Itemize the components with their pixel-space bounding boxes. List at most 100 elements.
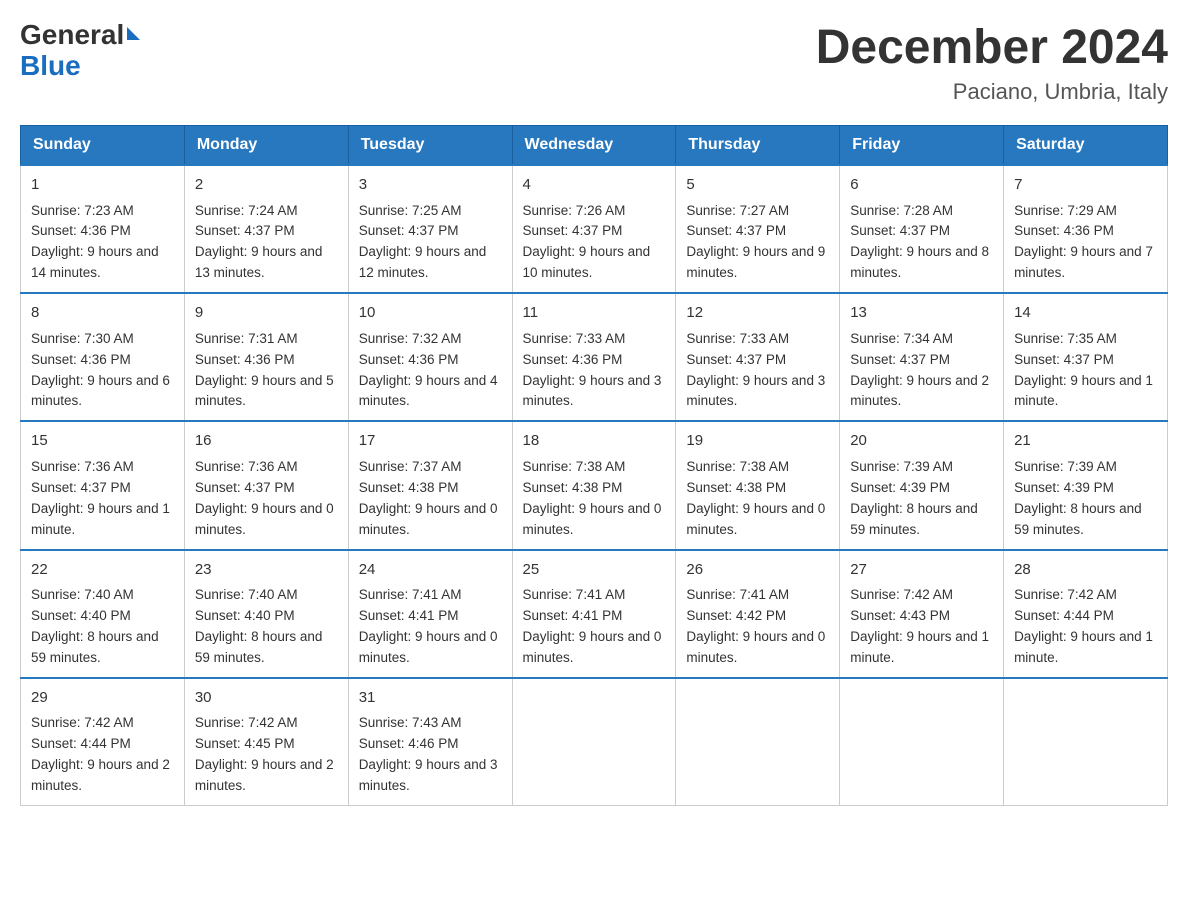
day-info: Sunrise: 7:23 AMSunset: 4:36 PMDaylight:…	[31, 203, 159, 281]
weekday-header-row: Sunday Monday Tuesday Wednesday Thursday…	[21, 126, 1168, 166]
day-number: 18	[523, 430, 666, 453]
day-info: Sunrise: 7:24 AMSunset: 4:37 PMDaylight:…	[195, 203, 323, 281]
day-info: Sunrise: 7:26 AMSunset: 4:37 PMDaylight:…	[523, 203, 651, 281]
day-info: Sunrise: 7:42 AMSunset: 4:44 PMDaylight:…	[1014, 587, 1153, 665]
title-block: December 2024 Paciano, Umbria, Italy	[816, 20, 1168, 105]
day-number: 12	[686, 302, 829, 325]
day-number: 8	[31, 302, 174, 325]
day-number: 17	[359, 430, 502, 453]
day-number: 19	[686, 430, 829, 453]
day-number: 7	[1014, 174, 1157, 197]
day-number: 30	[195, 687, 338, 710]
day-number: 21	[1014, 430, 1157, 453]
calendar-subtitle: Paciano, Umbria, Italy	[816, 79, 1168, 105]
day-info: Sunrise: 7:40 AMSunset: 4:40 PMDaylight:…	[195, 587, 323, 665]
calendar-cell	[512, 678, 676, 806]
day-info: Sunrise: 7:27 AMSunset: 4:37 PMDaylight:…	[686, 203, 825, 281]
header-wednesday: Wednesday	[512, 126, 676, 166]
calendar-cell: 17Sunrise: 7:37 AMSunset: 4:38 PMDayligh…	[348, 421, 512, 549]
page-header: General Blue December 2024 Paciano, Umbr…	[20, 20, 1168, 105]
day-number: 26	[686, 559, 829, 582]
calendar-cell: 13 Sunrise: 7:34 AMSunset: 4:37 PMDayligh…	[840, 293, 1004, 421]
day-info: Sunrise: 7:38 AMSunset: 4:38 PMDaylight:…	[523, 459, 662, 537]
calendar-title: December 2024	[816, 20, 1168, 75]
calendar-cell: 12 Sunrise: 7:33 AMSunset: 4:37 PMDayligh…	[676, 293, 840, 421]
header-thursday: Thursday	[676, 126, 840, 166]
day-number: 6	[850, 174, 993, 197]
logo: General Blue	[20, 20, 140, 82]
day-info: Sunrise: 7:41 AMSunset: 4:41 PMDaylight:…	[523, 587, 662, 665]
header-monday: Monday	[184, 126, 348, 166]
header-sunday: Sunday	[21, 126, 185, 166]
header-tuesday: Tuesday	[348, 126, 512, 166]
day-number: 13	[850, 302, 993, 325]
day-info: Sunrise: 7:41 AMSunset: 4:41 PMDaylight:…	[359, 587, 498, 665]
calendar-cell: 28 Sunrise: 7:42 AMSunset: 4:44 PMDayligh…	[1004, 550, 1168, 678]
day-number: 4	[523, 174, 666, 197]
day-number: 25	[523, 559, 666, 582]
day-number: 3	[359, 174, 502, 197]
calendar-cell: 10 Sunrise: 7:32 AMSunset: 4:36 PMDayligh…	[348, 293, 512, 421]
day-info: Sunrise: 7:38 AMSunset: 4:38 PMDaylight:…	[686, 459, 825, 537]
day-info: Sunrise: 7:40 AMSunset: 4:40 PMDaylight:…	[31, 587, 159, 665]
calendar-cell	[676, 678, 840, 806]
day-info: Sunrise: 7:35 AMSunset: 4:37 PMDaylight:…	[1014, 331, 1153, 409]
calendar-cell: 1 Sunrise: 7:23 AMSunset: 4:36 PMDaylight…	[21, 165, 185, 293]
calendar-cell: 9 Sunrise: 7:31 AMSunset: 4:36 PMDaylight…	[184, 293, 348, 421]
calendar-cell: 15Sunrise: 7:36 AMSunset: 4:37 PMDayligh…	[21, 421, 185, 549]
day-info: Sunrise: 7:41 AMSunset: 4:42 PMDaylight:…	[686, 587, 825, 665]
calendar-cell: 3 Sunrise: 7:25 AMSunset: 4:37 PMDaylight…	[348, 165, 512, 293]
day-info: Sunrise: 7:33 AMSunset: 4:37 PMDaylight:…	[686, 331, 825, 409]
week-row-4: 22Sunrise: 7:40 AMSunset: 4:40 PMDayligh…	[21, 550, 1168, 678]
calendar-table: Sunday Monday Tuesday Wednesday Thursday…	[20, 125, 1168, 806]
day-info: Sunrise: 7:34 AMSunset: 4:37 PMDaylight:…	[850, 331, 989, 409]
day-number: 27	[850, 559, 993, 582]
header-friday: Friday	[840, 126, 1004, 166]
calendar-cell: 21Sunrise: 7:39 AMSunset: 4:39 PMDayligh…	[1004, 421, 1168, 549]
calendar-cell: 7 Sunrise: 7:29 AMSunset: 4:36 PMDaylight…	[1004, 165, 1168, 293]
calendar-cell: 19 Sunrise: 7:38 AMSunset: 4:38 PMDayligh…	[676, 421, 840, 549]
day-info: Sunrise: 7:30 AMSunset: 4:36 PMDaylight:…	[31, 331, 170, 409]
day-number: 9	[195, 302, 338, 325]
calendar-cell: 14 Sunrise: 7:35 AMSunset: 4:37 PMDayligh…	[1004, 293, 1168, 421]
day-number: 29	[31, 687, 174, 710]
day-number: 2	[195, 174, 338, 197]
week-row-5: 29 Sunrise: 7:42 AMSunset: 4:44 PMDayligh…	[21, 678, 1168, 806]
calendar-cell: 25 Sunrise: 7:41 AMSunset: 4:41 PMDayligh…	[512, 550, 676, 678]
day-info: Sunrise: 7:42 AMSunset: 4:44 PMDaylight:…	[31, 715, 170, 793]
day-info: Sunrise: 7:28 AMSunset: 4:37 PMDaylight:…	[850, 203, 989, 281]
day-number: 31	[359, 687, 502, 710]
day-number: 5	[686, 174, 829, 197]
day-info: Sunrise: 7:25 AMSunset: 4:37 PMDaylight:…	[359, 203, 487, 281]
day-number: 1	[31, 174, 174, 197]
calendar-cell: 27 Sunrise: 7:42 AMSunset: 4:43 PMDayligh…	[840, 550, 1004, 678]
day-number: 24	[359, 559, 502, 582]
day-number: 16	[195, 430, 338, 453]
calendar-cell	[840, 678, 1004, 806]
day-info: Sunrise: 7:42 AMSunset: 4:43 PMDaylight:…	[850, 587, 989, 665]
calendar-cell: 30Sunrise: 7:42 AMSunset: 4:45 PMDayligh…	[184, 678, 348, 806]
calendar-cell: 5 Sunrise: 7:27 AMSunset: 4:37 PMDaylight…	[676, 165, 840, 293]
logo-blue-text: Blue	[20, 50, 81, 81]
day-number: 28	[1014, 559, 1157, 582]
day-number: 14	[1014, 302, 1157, 325]
logo-triangle-icon	[127, 27, 140, 40]
calendar-cell: 23 Sunrise: 7:40 AMSunset: 4:40 PMDayligh…	[184, 550, 348, 678]
day-info: Sunrise: 7:31 AMSunset: 4:36 PMDaylight:…	[195, 331, 334, 409]
logo-general-text: General	[20, 19, 124, 50]
header-saturday: Saturday	[1004, 126, 1168, 166]
day-number: 20	[850, 430, 993, 453]
day-number: 23	[195, 559, 338, 582]
calendar-cell: 6 Sunrise: 7:28 AMSunset: 4:37 PMDaylight…	[840, 165, 1004, 293]
calendar-cell	[1004, 678, 1168, 806]
calendar-cell: 24 Sunrise: 7:41 AMSunset: 4:41 PMDayligh…	[348, 550, 512, 678]
calendar-cell: 18 Sunrise: 7:38 AMSunset: 4:38 PMDayligh…	[512, 421, 676, 549]
day-info: Sunrise: 7:32 AMSunset: 4:36 PMDaylight:…	[359, 331, 498, 409]
calendar-cell: 4 Sunrise: 7:26 AMSunset: 4:37 PMDaylight…	[512, 165, 676, 293]
day-number: 10	[359, 302, 502, 325]
day-number: 15	[31, 430, 174, 453]
calendar-cell: 29 Sunrise: 7:42 AMSunset: 4:44 PMDayligh…	[21, 678, 185, 806]
calendar-cell: 8 Sunrise: 7:30 AMSunset: 4:36 PMDaylight…	[21, 293, 185, 421]
calendar-cell: 20Sunrise: 7:39 AMSunset: 4:39 PMDayligh…	[840, 421, 1004, 549]
day-info: Sunrise: 7:29 AMSunset: 4:36 PMDaylight:…	[1014, 203, 1153, 281]
